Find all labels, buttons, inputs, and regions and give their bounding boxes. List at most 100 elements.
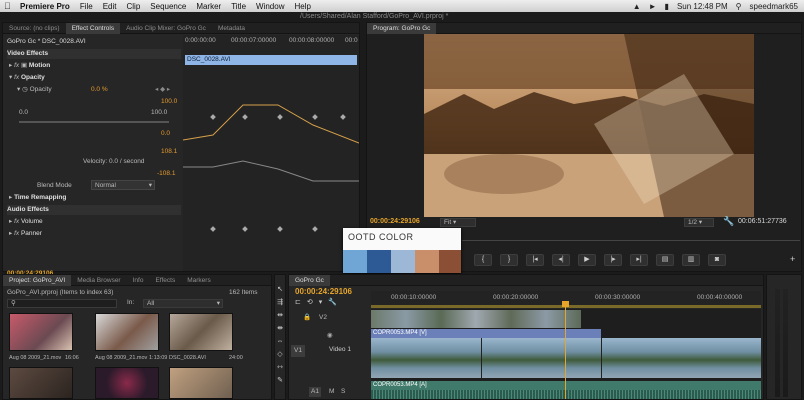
menubar-user[interactable]: speedmark65 <box>750 2 798 11</box>
menu-window[interactable]: Window <box>256 2 284 11</box>
tab-project[interactable]: Project: GoPro_AVI <box>3 274 72 286</box>
eye-icon[interactable]: ◉ <box>327 331 333 341</box>
selection-tool-icon[interactable]: ↖ <box>275 283 285 296</box>
tab-effect-controls[interactable]: Effect Controls <box>65 22 121 34</box>
volume-row[interactable]: ▸ fx Volume <box>9 217 43 227</box>
v2-clip[interactable] <box>371 310 581 328</box>
tab-source[interactable]: Source: (no clips) <box>3 23 66 34</box>
project-thumbnail[interactable] <box>95 367 159 399</box>
volume-icon[interactable]: ► <box>649 2 657 11</box>
tab-effects[interactable]: Effects <box>149 275 181 286</box>
tab-audio-clip-mixer[interactable]: Audio Clip Mixer: GoPro Gc <box>120 23 212 34</box>
razor-tool-icon[interactable]: ◇ <box>275 348 285 361</box>
step-back-button[interactable]: ◂| <box>552 254 570 266</box>
apple-icon[interactable]:  <box>4 1 14 11</box>
project-thumbnail[interactable] <box>169 313 233 351</box>
thumb-duration: 1:13:09 <box>149 355 168 361</box>
fit-select[interactable]: Fit ▾ <box>440 218 476 227</box>
effect-controls-ruler[interactable]: 0:00:00:00 00:00:07:00000 00:00:08:00000… <box>185 37 358 45</box>
panner-row[interactable]: ▸ fx Panner <box>9 229 42 239</box>
menu-edit[interactable]: Edit <box>103 2 117 11</box>
opacity-graph[interactable] <box>183 95 359 205</box>
go-to-in-button[interactable]: |◂ <box>526 254 544 266</box>
tab-metadata[interactable]: Metadata <box>212 23 251 34</box>
menu-clip[interactable]: Clip <box>127 2 141 11</box>
playhead[interactable] <box>565 303 566 399</box>
opacity-value[interactable]: 0.0 % <box>91 85 108 95</box>
program-ruler[interactable] <box>462 237 800 241</box>
step-forward-button[interactable]: |▸ <box>604 254 622 266</box>
rolling-tool-icon[interactable]: ⇼ <box>275 322 285 335</box>
mark-out-button[interactable]: } <box>500 254 518 266</box>
keyframe-marker[interactable] <box>242 226 248 232</box>
go-to-out-button[interactable]: ▸| <box>630 254 648 266</box>
add-button-icon[interactable]: + <box>790 254 795 264</box>
keyframe-marker[interactable] <box>312 226 318 232</box>
menu-app[interactable]: Premiere Pro <box>20 2 70 11</box>
play-button[interactable]: ▶ <box>578 254 596 266</box>
timeline-panel: GoPro Gc 00:00:24:29106 ⊏ ⟲ ▾ 🔧 00:00:10… <box>288 274 764 400</box>
ec-clip-bar[interactable]: DSC_0028.AVI <box>185 55 357 65</box>
project-search-input[interactable]: ⚲ <box>7 299 117 308</box>
motion-row[interactable]: ▸ fx ▣ Motion <box>9 61 50 71</box>
timeline-settings-icon[interactable]: 🔧 <box>328 298 337 306</box>
tab-program[interactable]: Program: GoPro Gc <box>367 22 437 34</box>
rate-stretch-tool-icon[interactable]: ⇔ <box>275 335 285 348</box>
menubar-time[interactable]: Sun 12:48 PM <box>677 2 728 11</box>
in-select[interactable]: All ▾ <box>143 299 223 308</box>
project-thumbnail[interactable] <box>169 367 233 399</box>
a1-clip-header[interactable]: COPR0053.MP4 [A] <box>371 381 761 390</box>
search-icon[interactable]: ⚲ <box>736 2 742 11</box>
audio-meters-panel <box>766 274 802 400</box>
menu-title[interactable]: Title <box>231 2 246 11</box>
mute-button[interactable]: M <box>329 387 334 397</box>
keyframe-marker[interactable] <box>210 226 216 232</box>
tab-media-browser[interactable]: Media Browser <box>71 275 126 286</box>
track-select-tool-icon[interactable]: ⇶ <box>275 296 285 309</box>
stopwatch-icon[interactable]: ◷ <box>22 86 28 93</box>
track-a1-label[interactable]: A1 <box>309 387 321 397</box>
program-timecode[interactable]: 00:00:24:29106 <box>370 218 420 225</box>
wrench-icon[interactable]: 🔧 <box>723 216 734 227</box>
tab-markers[interactable]: Markers <box>181 275 216 286</box>
solo-button[interactable]: S <box>341 387 345 397</box>
track-area[interactable]: COPR0053.MP4 [V] COPR0053.MP4 [A] <box>371 301 761 399</box>
ripple-tool-icon[interactable]: ⇹ <box>275 309 285 322</box>
add-marker-icon[interactable]: ▾ <box>319 298 323 306</box>
menu-sequence[interactable]: Sequence <box>150 2 186 11</box>
extract-button[interactable]: ▥ <box>682 254 700 266</box>
v1-clip-header[interactable]: COPR0053.MP4 [V] <box>371 329 601 338</box>
playhead-handle[interactable] <box>562 301 569 307</box>
v1-clip-frames[interactable] <box>371 338 761 378</box>
track-v2-label[interactable]: V2 <box>319 313 327 323</box>
timeline-toolbar: ⊏ ⟲ ▾ 🔧 <box>295 298 337 306</box>
snap-icon[interactable]: ⊏ <box>295 298 301 306</box>
blend-mode-select[interactable]: Normal ▾ <box>91 180 155 190</box>
menu-help[interactable]: Help <box>294 2 310 11</box>
project-thumbnail[interactable] <box>9 313 73 351</box>
tab-info[interactable]: Info <box>127 275 150 286</box>
pen-tool-icon[interactable]: ✎ <box>275 374 285 387</box>
linked-selection-icon[interactable]: ⟲ <box>307 298 313 306</box>
mark-in-button[interactable]: { <box>474 254 492 266</box>
time-remapping-row[interactable]: ▸ Time Remapping <box>9 193 66 203</box>
lock-icon[interactable]: 🔒 <box>303 313 311 323</box>
export-frame-button[interactable]: ◙ <box>708 254 726 266</box>
slip-tool-icon[interactable]: ⇿ <box>275 361 285 374</box>
lift-button[interactable]: ▤ <box>656 254 674 266</box>
wifi-icon[interactable]: ▲ <box>633 2 641 11</box>
track-v1-target[interactable]: V1 <box>291 345 305 357</box>
opacity-slider[interactable] <box>19 121 169 123</box>
menu-marker[interactable]: Marker <box>196 2 221 11</box>
opacity-row[interactable]: ▾ fx Opacity <box>9 73 45 83</box>
project-thumbnail[interactable] <box>95 313 159 351</box>
zoom-select[interactable]: 1/2 ▾ <box>684 218 714 227</box>
keyframe-nav-icon[interactable]: ◂ ◆ ▸ <box>155 85 170 95</box>
battery-icon[interactable]: ▮ <box>665 2 669 11</box>
tab-sequence[interactable]: GoPro Gc <box>289 274 330 286</box>
keyframe-marker[interactable] <box>277 226 283 232</box>
program-video-frame[interactable] <box>424 34 754 217</box>
menu-file[interactable]: File <box>80 2 93 11</box>
project-thumbnail[interactable] <box>9 367 73 399</box>
timeline-timecode[interactable]: 00:00:24:29106 <box>295 287 352 297</box>
